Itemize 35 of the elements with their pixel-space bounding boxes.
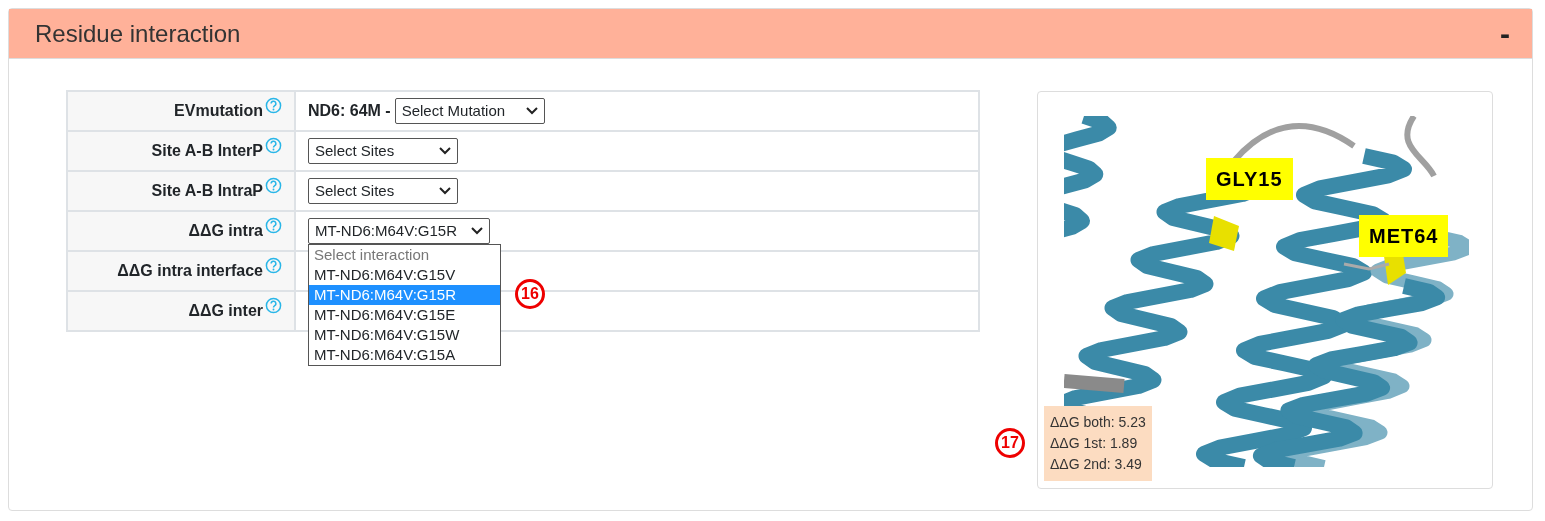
field-label: ΔΔG intra bbox=[188, 222, 263, 239]
dropdown-option[interactable]: MT-ND6:M64V:G15E bbox=[309, 305, 500, 326]
caret-icon bbox=[439, 187, 451, 195]
field-label: Site A-B IntraP bbox=[151, 182, 263, 199]
dropdown-option[interactable]: MT-ND6:M64V:G15W bbox=[309, 325, 500, 346]
energy-value: ΔΔG both: 5.23 bbox=[1050, 413, 1146, 432]
field-label: ΔΔG intra interface bbox=[117, 262, 263, 279]
help-icon bbox=[265, 177, 282, 194]
select-dropdown[interactable]: MT-ND6:M64V:G15R bbox=[308, 217, 490, 245]
callout-marker: 17 bbox=[995, 428, 1025, 458]
help-icon bbox=[265, 217, 282, 234]
field-label: EVmutation bbox=[174, 102, 263, 119]
help-icon bbox=[265, 257, 282, 274]
dropdown-option[interactable]: MT-ND6:M64V:G15A bbox=[309, 345, 500, 366]
callout-marker: 16 bbox=[515, 279, 545, 309]
field-label: ΔΔG inter bbox=[188, 302, 263, 319]
select-dropdown[interactable]: Select Sites bbox=[308, 137, 458, 165]
dropdown-option: Select interaction bbox=[309, 245, 500, 266]
select-dropdown[interactable]: Select Mutation bbox=[394, 97, 545, 125]
caret-icon bbox=[525, 107, 538, 115]
help-icon bbox=[265, 297, 282, 314]
dropdown-option[interactable]: MT-ND6:M64V:G15V bbox=[309, 265, 500, 286]
help-icon bbox=[265, 137, 282, 154]
caret-icon bbox=[439, 147, 451, 155]
energy-value: ΔΔG 2nd: 3.49 bbox=[1050, 455, 1143, 474]
position-label: ND6: 64M - bbox=[308, 101, 391, 119]
collapse-button[interactable]: - bbox=[1496, 18, 1514, 49]
caret-icon bbox=[471, 227, 483, 235]
help-icon bbox=[265, 97, 282, 114]
energy-value: ΔΔG 1st: 1.89 bbox=[1050, 434, 1139, 453]
field-label: Site A-B InterP bbox=[151, 142, 263, 159]
residue-label: GLY15 bbox=[1206, 158, 1293, 200]
select-dropdown[interactable]: Select Sites bbox=[308, 177, 458, 205]
panel-title: Residue interaction bbox=[35, 18, 241, 49]
residue-label: MET64 bbox=[1359, 215, 1449, 257]
